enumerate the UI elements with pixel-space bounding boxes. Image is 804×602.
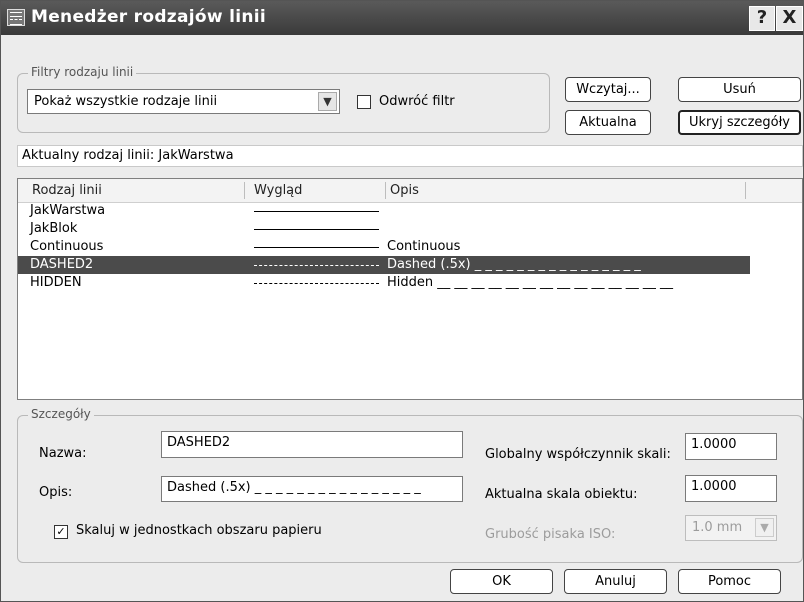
linetype-name: Continuous [30, 239, 104, 254]
filter-selected-value: Pokaż wszystkie rodzaje linii [34, 94, 218, 109]
set-current-button[interactable]: Aktualna [565, 110, 651, 135]
name-field[interactable]: DASHED2 [161, 431, 463, 458]
iso-pen-width-value: 1.0 mm [692, 520, 743, 535]
description-label: Opis: [39, 485, 73, 500]
invert-filter-label[interactable]: Odwróć filtr [379, 94, 455, 109]
list-item[interactable]: JakBlok [18, 220, 802, 238]
title-bar: Menedżer rodzajów linii ? X [1, 1, 803, 35]
linetype-preview [254, 229, 379, 230]
filters-group-label: Filtry rodzaju linii [28, 65, 137, 79]
close-icon[interactable]: X [776, 6, 803, 31]
linetype-app-icon [7, 9, 25, 26]
linetype-filter-dropdown[interactable]: Pokaż wszystkie rodzaje linii ▼ [27, 89, 340, 114]
linetype-name: JakBlok [30, 221, 78, 236]
list-item-selected[interactable]: DASHED2 Dashed (.5x) _ _ _ _ _ _ _ _ _ _… [18, 256, 750, 274]
cancel-button[interactable]: Anuluj [564, 569, 667, 594]
paper-space-units-checkbox[interactable]: ✓ [54, 525, 68, 539]
column-divider[interactable] [244, 182, 245, 199]
hide-details-button[interactable]: Ukryj szczegóły [678, 110, 801, 135]
chevron-down-icon[interactable]: ▼ [318, 92, 337, 111]
help-button[interactable]: Pomoc [678, 569, 781, 594]
ok-button[interactable]: OK [450, 569, 553, 594]
global-scale-label: Globalny współczynnik skali: [485, 447, 671, 462]
linetype-description: Continuous [387, 239, 461, 254]
name-label: Nazwa: [39, 446, 87, 461]
linetype-list[interactable]: Rodzaj linii Wygląd Opis JakWarstwa JakB… [17, 178, 803, 400]
linetype-name: DASHED2 [30, 257, 94, 272]
column-header-linetype[interactable]: Rodzaj linii [32, 183, 102, 198]
column-divider[interactable] [385, 182, 386, 199]
current-linetype-text: Aktualny rodzaj linii: JakWarstwa [22, 148, 234, 163]
object-scale-label: Aktualna skala obiektu: [485, 487, 638, 502]
list-item[interactable]: JakWarstwa [18, 202, 802, 220]
linetype-preview [254, 211, 379, 212]
linetype-name: HIDDEN [30, 275, 82, 290]
window-title: Menedżer rodzajów linii [31, 7, 267, 27]
global-scale-field[interactable]: 1.0000 [685, 433, 777, 460]
object-scale-field[interactable]: 1.0000 [685, 475, 777, 502]
details-group-label: Szczegóły [28, 407, 94, 421]
linetype-preview [254, 265, 379, 266]
chevron-down-icon: ▼ [755, 518, 774, 537]
linetype-name: JakWarstwa [30, 203, 106, 218]
iso-pen-width-dropdown: 1.0 mm ▼ [685, 515, 777, 541]
linetype-preview [254, 283, 379, 284]
description-field[interactable]: Dashed (.5x) _ _ _ _ _ _ _ _ _ _ _ _ _ _… [161, 476, 463, 502]
load-button[interactable]: Wczytaj... [565, 77, 651, 102]
linetype-description: Hidden __ __ __ __ __ __ __ __ __ __ __ … [387, 275, 673, 290]
delete-button[interactable]: Usuń [678, 77, 801, 102]
linetype-description: Dashed (.5x) _ _ _ _ _ _ _ _ _ _ _ _ _ _… [387, 257, 641, 272]
list-item[interactable]: HIDDEN Hidden __ __ __ __ __ __ __ __ __… [18, 274, 802, 292]
list-item[interactable]: Continuous Continuous [18, 238, 802, 256]
list-header: Rodzaj linii Wygląd Opis [18, 179, 802, 203]
column-header-appearance[interactable]: Wygląd [254, 183, 302, 198]
column-divider[interactable] [745, 182, 746, 199]
help-icon[interactable]: ? [749, 6, 775, 31]
paper-space-units-label[interactable]: Skaluj w jednostkach obszaru papieru [76, 523, 322, 538]
current-linetype-bar: Aktualny rodzaj linii: JakWarstwa [17, 145, 803, 167]
linetype-manager-dialog: Menedżer rodzajów linii ? X Filtry rodza… [0, 0, 804, 602]
linetype-preview [254, 247, 379, 248]
iso-pen-width-label: Grubość pisaka ISO: [485, 527, 616, 542]
invert-filter-checkbox[interactable] [357, 95, 371, 109]
column-header-description[interactable]: Opis [390, 183, 419, 198]
